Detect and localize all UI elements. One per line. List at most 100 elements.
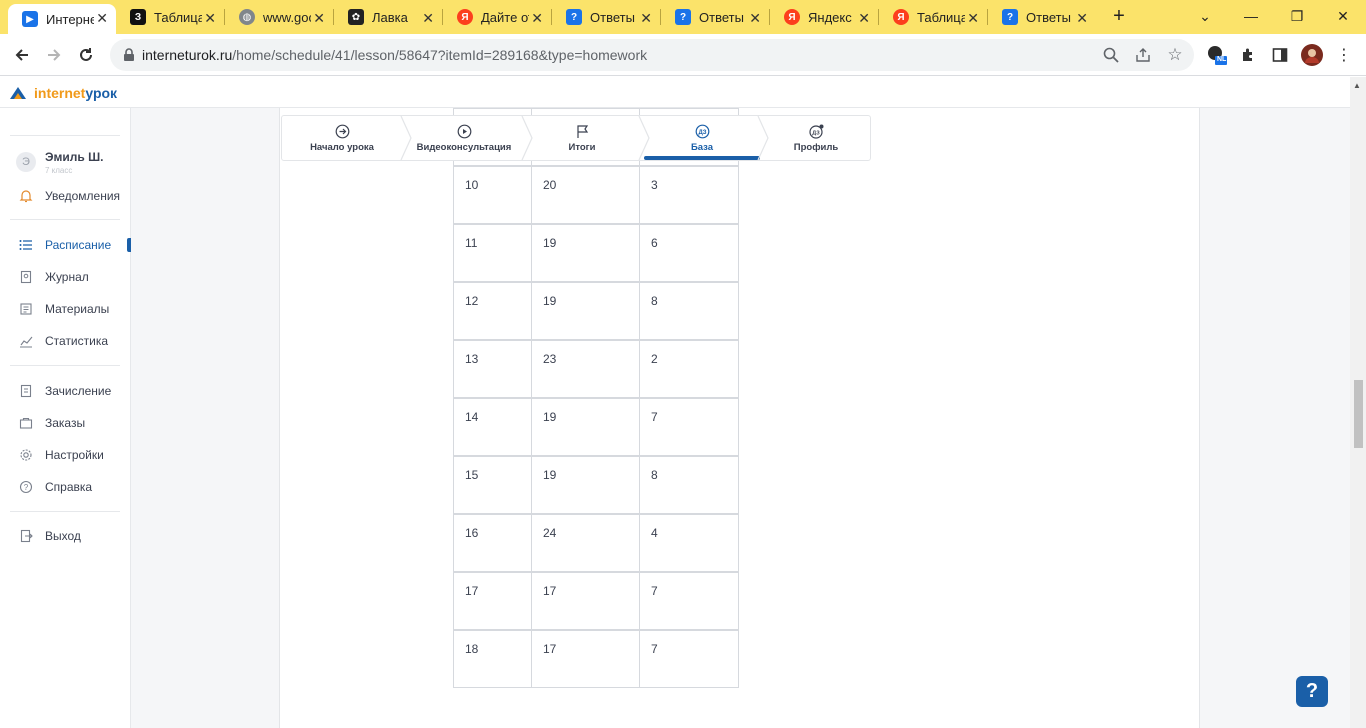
table-cell: 4: [639, 514, 739, 572]
share-icon[interactable]: [1134, 46, 1152, 64]
step-homework[interactable]: ДЗ База: [644, 116, 760, 160]
stats-icon: [18, 333, 34, 349]
sidebar-item-journal[interactable]: Журнал: [18, 267, 89, 287]
svg-text:ДЗ: ДЗ: [698, 130, 706, 136]
sidebar-item-help[interactable]: ? Справка: [18, 477, 92, 497]
active-step-underline: [644, 156, 760, 160]
table-cell: 6: [639, 224, 739, 282]
z-icon: З: [130, 9, 146, 25]
table-cell: 10: [453, 166, 532, 224]
orders-icon: [18, 415, 34, 431]
profile-avatar[interactable]: [1301, 44, 1323, 66]
close-tab-icon[interactable]: ✕: [531, 10, 543, 27]
table-cell: 17: [531, 572, 640, 630]
divider: [10, 135, 120, 136]
yandex-icon: Я: [784, 9, 800, 25]
play-icon: ▶: [22, 11, 38, 27]
table-cell: 20: [531, 166, 640, 224]
step-profile[interactable]: ДЗ Профиль: [762, 116, 870, 160]
browser-menu-icon[interactable]: ⋮: [1333, 44, 1355, 66]
new-tab-button[interactable]: +: [1104, 4, 1134, 28]
table-cell: 12: [453, 282, 532, 340]
step-lesson-start[interactable]: Начало урока: [282, 116, 402, 160]
sidebar-item-settings[interactable]: Настройки: [18, 445, 104, 465]
close-tab-icon[interactable]: ✕: [967, 10, 979, 27]
close-tab-icon[interactable]: ✕: [422, 10, 434, 27]
close-tab-icon[interactable]: ✕: [858, 10, 870, 27]
journal-icon: [18, 269, 34, 285]
lock-icon[interactable]: [120, 46, 138, 64]
lesson-card: [279, 108, 1200, 728]
back-button[interactable]: [9, 42, 35, 68]
close-tab-icon[interactable]: ✕: [204, 10, 216, 27]
close-tab-icon[interactable]: ✕: [313, 10, 325, 27]
reload-button[interactable]: [73, 42, 99, 68]
sidebar-item-enrollment[interactable]: Зачисление: [18, 381, 111, 401]
table-row: 13 23 2: [453, 340, 739, 398]
browser-tab[interactable]: ? Ответы ✕: [661, 4, 769, 30]
help-chat-button[interactable]: ?: [1296, 676, 1328, 707]
close-window-button[interactable]: ✕: [1328, 4, 1358, 28]
table-cell: 2: [639, 340, 739, 398]
table-cell: 17: [453, 572, 532, 630]
arrow-circle-icon: [334, 124, 350, 140]
scrollbar-thumb[interactable]: [1354, 380, 1363, 448]
extensions-puzzle-icon[interactable]: [1237, 44, 1259, 66]
zoom-icon[interactable]: [1102, 46, 1120, 64]
url-text[interactable]: interneturok.ru/home/schedule/41/lesson/…: [142, 47, 647, 63]
site-logo[interactable]: internet урок: [8, 83, 117, 103]
step-results[interactable]: Итоги: [525, 116, 639, 160]
browser-tab[interactable]: ▶ Интернетурок ✕: [8, 4, 116, 34]
table-cell: 7: [639, 630, 739, 688]
homework-icon: ДЗ: [694, 124, 710, 140]
browser-tab[interactable]: Я Дайте ответ ✕: [443, 4, 551, 30]
table-cell: 24: [531, 514, 640, 572]
browser-tab[interactable]: Я Яндекс ✕: [770, 4, 878, 30]
close-tab-icon[interactable]: ✕: [1076, 10, 1088, 27]
address-bar[interactable]: interneturok.ru/home/schedule/41/lesson/…: [110, 39, 1194, 71]
browser-tab[interactable]: ? Ответы ✕: [552, 4, 660, 30]
sidebar-item-logout[interactable]: Выход: [18, 526, 81, 546]
browser-tab[interactable]: Я Таблица ✕: [879, 4, 987, 30]
table-cell: 11: [453, 224, 532, 282]
table-cell: 13: [453, 340, 532, 398]
minimize-button[interactable]: —: [1236, 4, 1266, 28]
restore-button[interactable]: ❐: [1282, 4, 1312, 28]
table-row: 16 24 4: [453, 514, 739, 572]
site-header: internet урок: [0, 77, 1350, 108]
close-tab-icon[interactable]: ✕: [96, 10, 108, 27]
browser-tab[interactable]: ✿ Лавка ✕: [334, 4, 442, 30]
profile-icon: ДЗ: [808, 124, 824, 140]
user-grade: 7 класс: [45, 166, 73, 175]
browser-tab[interactable]: З Таблица ✕: [116, 4, 224, 30]
forward-button[interactable]: [41, 42, 67, 68]
scroll-up-icon[interactable]: ▲: [1353, 81, 1361, 90]
logo-icon: [10, 87, 26, 99]
tab-search-icon[interactable]: ⌄: [1190, 4, 1220, 28]
lesson-step-nav: Начало урока Видеоконсультация Итоги ДЗ …: [281, 115, 871, 161]
table-cell: 7: [639, 572, 739, 630]
sidebar: Э Эмиль Ш. 7 класс Уведомления Расписани…: [0, 108, 131, 728]
close-tab-icon[interactable]: ✕: [749, 10, 761, 27]
user-profile[interactable]: Э Эмиль Ш. 7 класс: [16, 150, 104, 175]
table-row: 17 17 7: [453, 572, 739, 630]
sidebar-item-statistics[interactable]: Статистика: [18, 331, 108, 351]
table-row: 12 19 8: [453, 282, 739, 340]
sidebar-item-orders[interactable]: Заказы: [18, 413, 85, 433]
browser-toolbar: interneturok.ru/home/schedule/41/lesson/…: [0, 34, 1366, 76]
browser-tab[interactable]: ◍ www.google ✕: [225, 4, 333, 30]
browser-tab[interactable]: ? Ответы ✕: [988, 4, 1096, 30]
sidebar-item-notifications[interactable]: Уведомления: [18, 186, 120, 206]
browser-tab-strip: ▶ Интернетурок ✕ З Таблица ✕ ◍ www.googl…: [0, 0, 1366, 34]
sidebar-item-schedule[interactable]: Расписание: [18, 235, 111, 255]
sidebar-item-materials[interactable]: Материалы: [18, 299, 109, 319]
enrollment-icon: [18, 383, 34, 399]
table-cell: 3: [639, 166, 739, 224]
side-panel-icon[interactable]: [1269, 44, 1291, 66]
flag-icon: [574, 124, 590, 140]
page-scrollbar[interactable]: ▲: [1350, 77, 1366, 728]
translate-extension-icon[interactable]: NL: [1206, 44, 1228, 66]
bookmark-star-icon[interactable]: ☆: [1166, 45, 1184, 64]
close-tab-icon[interactable]: ✕: [640, 10, 652, 27]
step-video-consultation[interactable]: Видеоконсультация: [404, 116, 524, 160]
